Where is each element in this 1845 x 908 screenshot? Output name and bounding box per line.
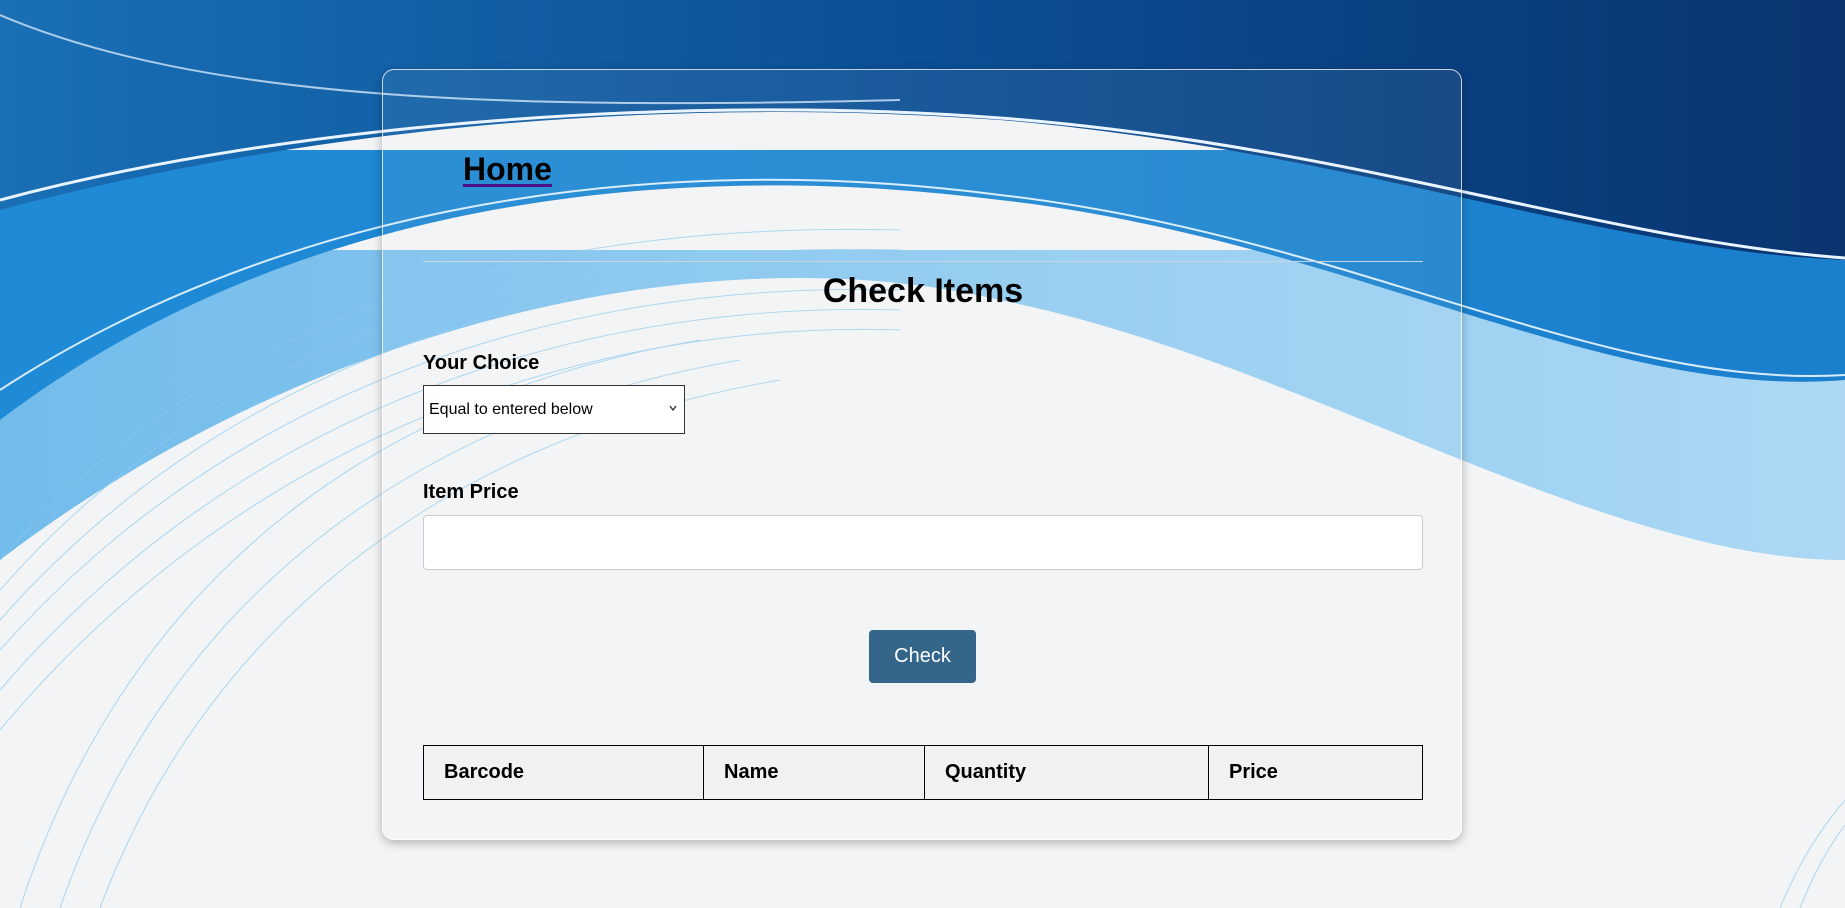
items-table: Barcode Name Quantity Price xyxy=(423,745,1423,800)
choice-select-value: Equal to entered below xyxy=(429,400,593,418)
check-items-card: Home Check Items Your Choice Equal to en… xyxy=(382,69,1462,840)
item-price-input[interactable] xyxy=(423,515,1423,570)
item-price-label: Item Price xyxy=(423,481,519,503)
column-header-quantity: Quantity xyxy=(924,745,1209,800)
chevron-down-icon xyxy=(669,405,677,412)
column-header-price: Price xyxy=(1208,745,1423,800)
header-divider xyxy=(423,261,1423,262)
choice-select[interactable]: Equal to entered below xyxy=(423,385,685,434)
home-link[interactable]: Home xyxy=(463,151,552,188)
check-button[interactable]: Check xyxy=(869,630,976,683)
choice-label: Your Choice xyxy=(423,352,540,374)
page-title: Check Items xyxy=(822,272,1024,310)
column-header-name: Name xyxy=(703,745,925,800)
table-header-row: Barcode Name Quantity Price xyxy=(423,745,1423,800)
column-header-barcode: Barcode xyxy=(423,745,704,800)
